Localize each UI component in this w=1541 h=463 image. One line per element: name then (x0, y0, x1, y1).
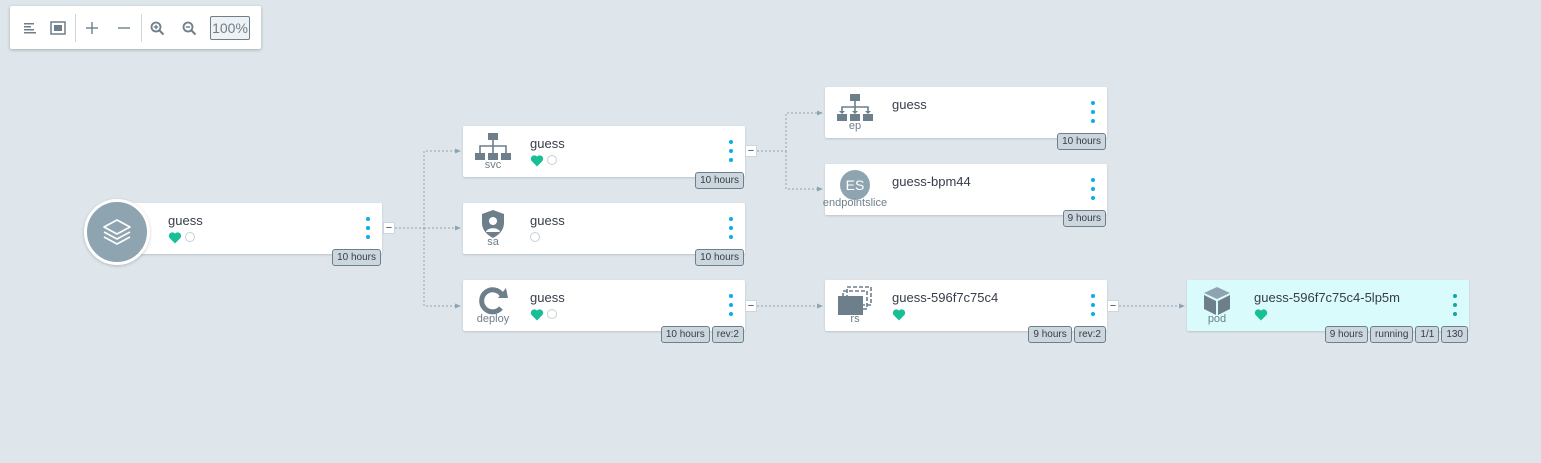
collapse-icon[interactable] (112, 16, 136, 40)
collapse-app-button[interactable]: − (383, 222, 395, 234)
node-tags: 10 hours (332, 249, 381, 266)
svc-node[interactable]: svc guess 10 hours (463, 126, 745, 189)
sync-status-icon (185, 232, 195, 242)
node-kind: pod (1207, 313, 1227, 325)
node-tags: 10 hours (695, 172, 744, 189)
pod-icon (1199, 286, 1235, 316)
fit-screen-icon[interactable] (46, 16, 70, 40)
pod-node[interactable]: pod guess-596f7c75c4-5lp5m 9 hours runnin… (1187, 280, 1469, 343)
replicaset-icon (837, 286, 873, 316)
collapse-rs-button[interactable]: − (1107, 300, 1119, 312)
deploy-node[interactable]: deploy guess 10 hours rev:2 (463, 280, 745, 343)
node-menu-button[interactable] (1087, 294, 1099, 316)
endpointslice-node[interactable]: ES endpointslice guess-bpm44 9 hours (823, 164, 1107, 227)
health-heart-icon (530, 308, 544, 320)
collapse-deploy-button[interactable]: − (745, 300, 757, 312)
health-heart-icon (530, 154, 544, 166)
node-status (1254, 307, 1268, 321)
node-tag: 9 hours (1062, 210, 1106, 227)
node-tag: 130 (1441, 326, 1468, 343)
node-menu-button[interactable] (1087, 101, 1099, 123)
node-menu-button[interactable] (1087, 178, 1099, 200)
node-label: guess (168, 213, 203, 228)
node-menu-button[interactable] (725, 294, 737, 316)
toolbar-divider (141, 14, 142, 42)
zoom-out-icon[interactable] (177, 16, 201, 40)
node-status (530, 230, 540, 244)
health-heart-icon (168, 231, 182, 243)
node-tag: 10 hours (660, 326, 710, 343)
service-icon (475, 132, 511, 162)
ep-node[interactable]: ep guess 10 hours (825, 87, 1107, 150)
sync-status-icon (547, 309, 557, 319)
node-tags: 9 hours rev:2 (1028, 326, 1106, 343)
service-account-icon (475, 209, 511, 239)
node-label: guess-bpm44 (892, 174, 971, 189)
expand-icon[interactable] (80, 16, 104, 40)
health-heart-icon (892, 308, 906, 320)
sa-node[interactable]: sa guess 10 hours (463, 203, 745, 266)
node-tag: 10 hours (695, 249, 744, 266)
node-label: guess-596f7c75c4-5lp5m (1254, 290, 1400, 305)
toolbar-divider (75, 14, 76, 42)
application-node[interactable]: guess 10 hours (128, 203, 382, 266)
endpoints-icon (837, 93, 873, 123)
node-kind: sa (487, 236, 499, 248)
node-label: guess-596f7c75c4 (892, 290, 999, 305)
node-tags: 10 hours (695, 249, 744, 266)
node-status (168, 230, 195, 244)
node-tags: 9 hours running 1/1 130 (1324, 326, 1468, 343)
endpointslice-icon: ES (837, 170, 873, 200)
node-menu-button[interactable] (1449, 294, 1461, 316)
collapse-svc-button[interactable]: − (745, 145, 757, 157)
node-label: guess (530, 136, 565, 151)
node-tags: 10 hours rev:2 (660, 326, 744, 343)
node-tag: running (1370, 326, 1414, 343)
node-tag: 10 hours (1057, 133, 1106, 150)
deployment-icon (475, 286, 511, 316)
node-tags: 10 hours (1057, 133, 1106, 150)
graph-toolbar: 100% (10, 6, 261, 49)
node-menu-button[interactable] (362, 217, 374, 239)
zoom-level[interactable]: 100% (210, 16, 250, 40)
node-tags: 9 hours (1062, 210, 1106, 227)
node-menu-button[interactable] (725, 217, 737, 239)
node-tag: 9 hours (1324, 326, 1369, 343)
node-kind: rs (850, 313, 860, 325)
node-tag: 10 hours (332, 249, 381, 266)
node-tag: rev:2 (711, 326, 744, 343)
node-label: guess (892, 97, 927, 112)
node-tag: rev:2 (1073, 326, 1106, 343)
node-label: guess (530, 213, 565, 228)
node-status (892, 307, 906, 321)
node-status (530, 307, 557, 321)
node-kind: ep (848, 120, 862, 132)
node-tag: 1/1 (1415, 326, 1440, 343)
sync-status-icon (547, 155, 557, 165)
node-status (530, 153, 557, 167)
align-left-icon[interactable] (18, 16, 42, 40)
endpointslice-badge: ES (840, 170, 870, 200)
node-menu-button[interactable] (725, 140, 737, 162)
node-kind: endpointslice (822, 197, 888, 209)
node-tag: 9 hours (1028, 326, 1072, 343)
rs-node[interactable]: rs guess-596f7c75c4 9 hours rev:2 (825, 280, 1107, 343)
node-kind: svc (484, 159, 502, 171)
zoom-in-icon[interactable] (145, 16, 169, 40)
node-label: guess (530, 290, 565, 305)
application-icon (84, 199, 150, 265)
sync-status-icon (530, 232, 540, 242)
node-tag: 10 hours (695, 172, 744, 189)
node-kind: deploy (476, 313, 510, 325)
health-heart-icon (1254, 308, 1268, 320)
